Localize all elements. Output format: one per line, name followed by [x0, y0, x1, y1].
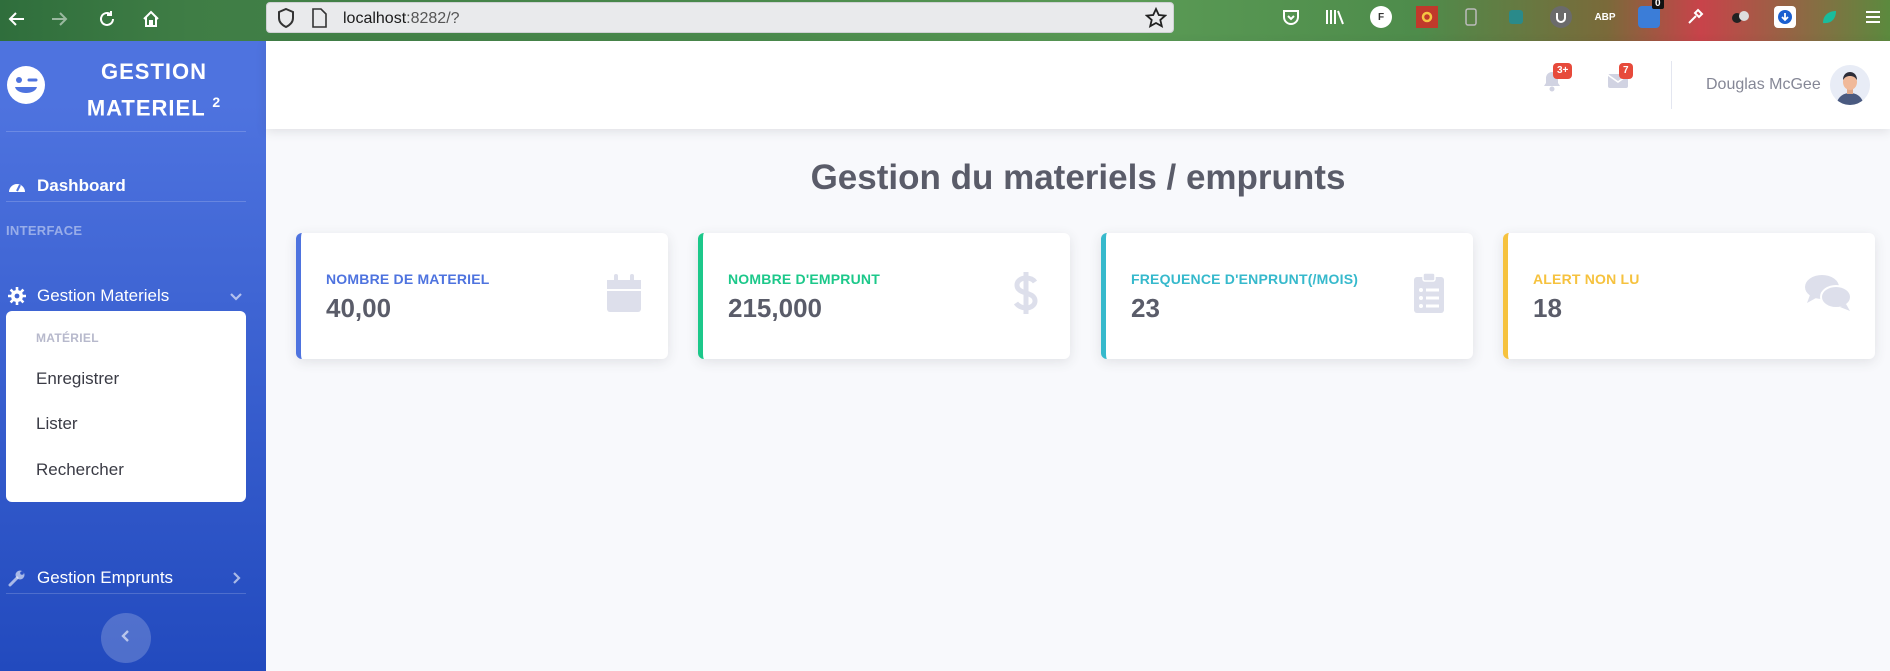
- alerts-counter-badge: 3+: [1553, 63, 1573, 79]
- card-value: 215,000: [728, 293, 822, 323]
- sidebar: GESTION MATERIEL 2 Dashboard INTERFACE G…: [0, 41, 266, 671]
- stat-card-nombre-materiel: NOMBRE DE MATERIEL 40,00: [296, 233, 668, 359]
- extension-balls-icon[interactable]: [1730, 6, 1752, 28]
- page-title: Gestion du materiels / emprunts: [810, 158, 1346, 197]
- forward-icon[interactable]: [44, 4, 74, 34]
- topbar-divider: [1671, 61, 1672, 109]
- wrench-icon: [8, 569, 26, 587]
- sidebar-toggle-button[interactable]: [101, 613, 151, 663]
- sidebar-divider: [6, 131, 246, 132]
- calendar-icon: [602, 271, 646, 315]
- topbar: 3+ 7 Douglas McGee: [266, 41, 1890, 129]
- back-icon[interactable]: [2, 4, 32, 34]
- submenu-item-lister[interactable]: Lister: [36, 414, 78, 434]
- pocket-icon[interactable]: [1280, 6, 1302, 28]
- adblock-plus-icon[interactable]: ABP: [1594, 6, 1616, 28]
- card-label: NOMBRE D'EMPRUNT: [728, 271, 880, 287]
- extension-teal-icon[interactable]: [1505, 6, 1527, 28]
- sidebar-item-gestion-emprunts[interactable]: Gestion Emprunts: [0, 558, 266, 598]
- brand-name: GESTION MATERIEL 2: [86, 59, 222, 121]
- stat-card-frequence-emprunt: FREQUENCE D'ENPRUNT(/MOIS) 23: [1101, 233, 1473, 359]
- sidebar-divider: [6, 201, 246, 202]
- home-icon[interactable]: [136, 4, 166, 34]
- sidebar-divider: [6, 593, 246, 594]
- card-label: FREQUENCE D'ENPRUNT(/MOIS): [1131, 271, 1359, 287]
- library-icon[interactable]: [1324, 6, 1346, 28]
- extension-leaf-icon[interactable]: [1818, 6, 1840, 28]
- stat-card-nombre-emprunt: NOMBRE D'EMPRUNT 215,000: [698, 233, 1070, 359]
- messages-dropdown[interactable]: 7: [1606, 63, 1633, 95]
- cog-icon: [8, 287, 26, 305]
- card-value: 40,00: [326, 293, 392, 323]
- page-icon: [311, 8, 327, 33]
- avatar[interactable]: [1830, 65, 1870, 105]
- sidebar-item-label: Gestion Emprunts: [37, 568, 174, 587]
- chevron-left-icon: [119, 629, 133, 648]
- sidebar-item-gestion-materiels[interactable]: Gestion Materiels: [0, 276, 266, 316]
- tachometer-icon: [8, 177, 26, 195]
- bookmark-star-icon[interactable]: [1144, 6, 1168, 34]
- materiel-submenu: MATÉRIEL Enregistrer Lister Rechercher: [6, 311, 246, 502]
- submenu-item-enregistrer[interactable]: Enregistrer: [36, 369, 119, 389]
- extension-mobile-icon[interactable]: [1460, 6, 1482, 28]
- messages-counter-badge: 7: [1619, 63, 1633, 79]
- user-name[interactable]: Douglas McGee: [1706, 76, 1821, 94]
- sidebar-brand[interactable]: GESTION MATERIEL 2: [0, 41, 266, 131]
- sidebar-item-label: Gestion Materiels: [37, 286, 170, 305]
- chevron-right-icon: [228, 570, 244, 586]
- sidebar-item-dashboard[interactable]: Dashboard: [0, 166, 266, 206]
- card-label: ALERT NON LU: [1533, 271, 1640, 287]
- card-value: 23: [1131, 293, 1160, 323]
- chevron-down-icon: [228, 288, 244, 304]
- url-text[interactable]: localhost:8282/?: [343, 10, 460, 28]
- sidebar-item-label: Dashboard: [37, 176, 126, 195]
- extension-download-badge-icon[interactable]: 0: [1638, 0, 1664, 28]
- reload-icon[interactable]: [92, 4, 122, 34]
- extension-f-icon[interactable]: F: [1370, 6, 1392, 28]
- clipboard-list-icon: [1407, 271, 1451, 315]
- shield-icon[interactable]: [277, 7, 295, 33]
- sidebar-heading: INTERFACE: [6, 223, 83, 238]
- card-label: NOMBRE DE MATERIEL: [326, 271, 490, 287]
- ublock-icon[interactable]: [1550, 6, 1572, 28]
- browser-toolbar: localhost:8282/? F ABP 0: [0, 0, 1890, 41]
- submenu-item-rechercher[interactable]: Rechercher: [36, 460, 124, 480]
- alerts-dropdown[interactable]: 3+: [1540, 63, 1573, 95]
- extension-gear-icon[interactable]: [1416, 6, 1438, 28]
- eyedropper-icon[interactable]: [1684, 6, 1706, 28]
- submenu-header: MATÉRIEL: [36, 331, 99, 345]
- download-icon[interactable]: [1774, 6, 1796, 28]
- stat-card-alert-non-lu: ALERT NON LU 18: [1503, 233, 1875, 359]
- dollar-icon: [1004, 271, 1048, 315]
- card-value: 18: [1533, 293, 1562, 323]
- laugh-wink-icon: [6, 65, 46, 105]
- address-bar[interactable]: localhost:8282/?: [266, 2, 1174, 33]
- comments-icon: [1803, 271, 1853, 315]
- menu-icon[interactable]: [1862, 6, 1884, 28]
